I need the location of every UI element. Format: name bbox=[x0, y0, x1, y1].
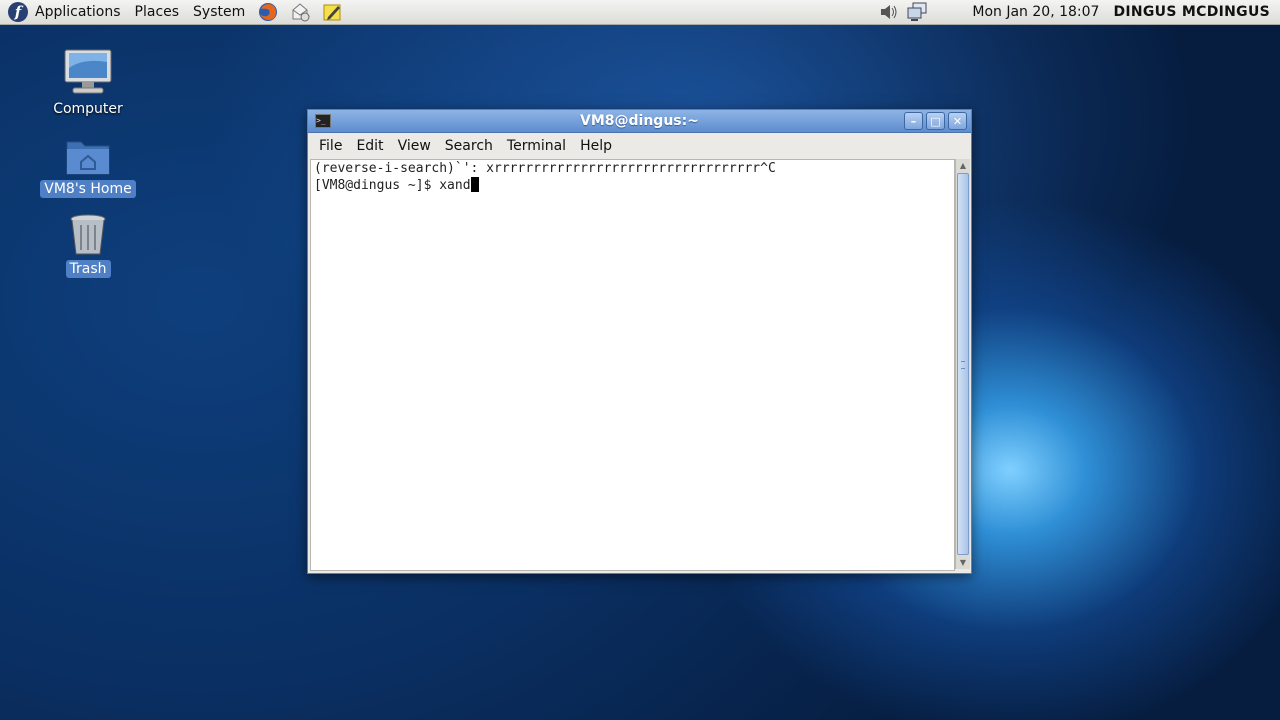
desktop-icon-trash[interactable]: Trash bbox=[38, 204, 138, 278]
menu-terminal[interactable]: Terminal bbox=[500, 138, 573, 154]
firefox-icon[interactable] bbox=[256, 0, 280, 24]
fedora-logo-icon[interactable]: f bbox=[8, 2, 28, 22]
menu-help[interactable]: Help bbox=[573, 138, 619, 154]
computer-icon bbox=[38, 44, 138, 96]
terminal-app-icon[interactable]: >_ bbox=[315, 114, 331, 128]
home-folder-icon bbox=[38, 124, 138, 176]
terminal-menubar: File Edit View Search Terminal Help bbox=[308, 133, 971, 158]
notes-icon[interactable] bbox=[320, 0, 344, 24]
clock[interactable]: Mon Jan 20, 18:07 bbox=[972, 4, 1099, 20]
applications-menu[interactable]: Applications bbox=[28, 0, 128, 24]
trash-icon bbox=[38, 204, 138, 256]
scrollbar-thumb[interactable] bbox=[957, 173, 969, 555]
desktop-icon-computer[interactable]: Computer bbox=[38, 44, 138, 118]
network-icon[interactable] bbox=[906, 1, 928, 23]
terminal-window[interactable]: >_ VM8@dingus:~ – □ ✕ File Edit View Sea… bbox=[307, 109, 972, 574]
terminal-output[interactable]: (reverse-i-search)`': xrrrrrrrrrrrrrrrrr… bbox=[310, 159, 955, 571]
terminal-line: (reverse-i-search)`': xrrrrrrrrrrrrrrrrr… bbox=[314, 161, 776, 176]
desktop-icon-home[interactable]: VM8's Home bbox=[38, 124, 138, 198]
terminal-prompt-line: [VM8@dingus ~]$ xand bbox=[311, 177, 954, 194]
menu-file[interactable]: File bbox=[312, 138, 349, 154]
user-name[interactable]: DINGUS MCDINGUS bbox=[1113, 4, 1270, 20]
places-menu[interactable]: Places bbox=[128, 0, 187, 24]
scroll-down-arrow-icon[interactable]: ▼ bbox=[956, 556, 970, 569]
volume-icon[interactable] bbox=[878, 1, 900, 23]
top-panel: f Applications Places System Mon Jan 20,… bbox=[0, 0, 1280, 25]
menu-view[interactable]: View bbox=[391, 138, 438, 154]
window-title: VM8@dingus:~ bbox=[580, 113, 699, 129]
maximize-button[interactable]: □ bbox=[926, 112, 945, 130]
close-button[interactable]: ✕ bbox=[948, 112, 967, 130]
terminal-titlebar[interactable]: >_ VM8@dingus:~ – □ ✕ bbox=[308, 110, 971, 133]
text-cursor bbox=[470, 177, 479, 192]
desktop-icon-label: Trash bbox=[65, 260, 111, 278]
menu-edit[interactable]: Edit bbox=[349, 138, 390, 154]
desktop-icon-label: Computer bbox=[53, 101, 123, 117]
mail-icon[interactable] bbox=[288, 0, 312, 24]
system-menu[interactable]: System bbox=[186, 0, 252, 24]
terminal-prompt-text: [VM8@dingus ~]$ xand bbox=[314, 178, 471, 193]
desktop-icon-label: VM8's Home bbox=[40, 180, 136, 198]
terminal-scrollbar[interactable]: ▲ ▼ bbox=[955, 159, 970, 569]
menu-search[interactable]: Search bbox=[438, 138, 500, 154]
scroll-up-arrow-icon[interactable]: ▲ bbox=[956, 159, 970, 172]
minimize-button[interactable]: – bbox=[904, 112, 923, 130]
